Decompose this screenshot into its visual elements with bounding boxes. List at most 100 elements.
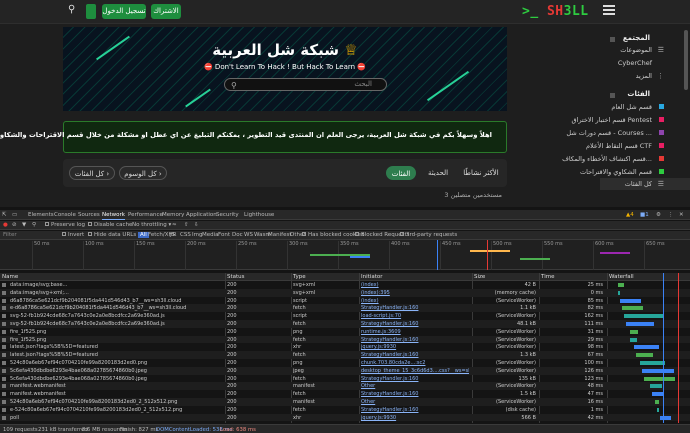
banner-search-input[interactable]: ⚲ البحث (224, 78, 387, 91)
signup-button[interactable]: الاشتراك (151, 4, 181, 19)
table-row[interactable]: 5c6efa430dbdbe6293e4bae068a02785674860b0… (0, 375, 690, 383)
search-icon[interactable]: ⚲ (32, 222, 36, 228)
third-party-checkbox[interactable]: 3rd-party requests (400, 232, 457, 238)
type-filter-css[interactable]: CSS (180, 232, 191, 238)
col-type[interactable]: Type (293, 274, 306, 280)
export-icon[interactable]: ⇩ (194, 222, 199, 228)
sidebar-item-topics[interactable]: ☰ الموضوعات (620, 46, 664, 54)
cell-initiator[interactable]: StrategyHandler.js:160 (361, 376, 469, 382)
cell-initiator[interactable]: StrategyHandler.js:160 (361, 391, 469, 397)
table-row[interactable]: fire_1f525.png 200 png runtime.js:3609 (Serv… (0, 328, 690, 336)
preserve-log-checkbox[interactable]: Preserve log (45, 222, 85, 228)
tab-security[interactable]: Security (216, 212, 239, 218)
tab-sources[interactable]: Sources (78, 212, 100, 218)
import-icon[interactable]: ⇧ (184, 222, 189, 228)
site-logo[interactable]: >_ SH3LL (522, 4, 589, 19)
tab-performance[interactable]: Performance (128, 212, 163, 218)
type-filter-doc[interactable]: Doc (232, 232, 243, 238)
table-row[interactable]: data:image/svg+xml;... 200 svg+xml (index):… (0, 288, 690, 297)
filter-input[interactable]: Filter (3, 232, 17, 238)
warnings-badge[interactable]: ▲4 (626, 212, 634, 218)
network-overview-timeline[interactable]: 50 ms 100 ms 150 ms 200 ms 250 ms 300 ms 350 m… (0, 240, 690, 270)
invert-checkbox[interactable]: Invert (62, 232, 84, 238)
type-filter-img[interactable]: Img (192, 232, 202, 238)
sidebar-heading-community[interactable]: المجتمع (623, 34, 650, 42)
cell-initiator[interactable]: Other (361, 399, 469, 405)
cell-initiator[interactable]: (index):395 (361, 290, 469, 296)
cell-initiator[interactable]: (index) (361, 282, 469, 288)
table-row[interactable]: poll 200 xhr jquery.js:9930 566 B 42 ms (0, 413, 690, 422)
col-waterfall[interactable]: Waterfall (609, 274, 634, 280)
col-status[interactable]: Status (227, 274, 245, 280)
sidebar-item-category[interactable]: قسم اختبار الاختراق Pentest (571, 116, 664, 124)
filter-icon[interactable]: ▼ (22, 222, 26, 228)
cell-initiator[interactable]: runtime.js:3609 (361, 329, 469, 335)
sidebar-item-more[interactable]: ⋮ المزيد (636, 72, 664, 80)
type-filter-manifest[interactable]: Manifest (268, 232, 291, 238)
cell-initiator[interactable]: Other (361, 383, 469, 389)
tab-elements[interactable]: Elements (28, 212, 54, 218)
type-filter-ws[interactable]: WS (244, 232, 253, 238)
disable-cache-checkbox[interactable]: Disable cache (88, 222, 132, 228)
table-row[interactable]: manifest.webmanifest 200 manifest Other (Ser… (0, 382, 690, 391)
table-row[interactable]: latest.json?tags%5B%5D=featured 200 xhr jqu… (0, 343, 690, 351)
tab-application[interactable]: Application (186, 212, 217, 218)
sidebar-item-category[interactable]: قسم دورات شل - Courses ... (566, 129, 664, 137)
search-icon[interactable]: ⚲ (68, 4, 75, 15)
settings-gear-icon[interactable]: ⚙ (656, 212, 661, 218)
table-row[interactable]: 524c80a6eb67ef94c0704210fe99a8200183d2ed… (0, 359, 690, 367)
cell-initiator[interactable]: chunk.703.80cda2e...:sc2 (361, 360, 469, 366)
tab-lighthouse[interactable]: Lighthouse (244, 212, 274, 218)
type-filter-font[interactable]: Font (218, 232, 230, 238)
all-tags-dropdown[interactable]: كل الوسوم › (119, 166, 167, 180)
tab-memory[interactable]: Memory (162, 212, 184, 218)
sidebar-item-cyberchef[interactable]: CyberChef (618, 59, 652, 67)
tab-latest[interactable]: الحديثة (421, 166, 455, 180)
sidebar-heading-categories[interactable]: الفئات (627, 90, 650, 98)
tab-top[interactable]: الأكثر نشاطًا (459, 166, 503, 180)
table-row[interactable]: latest.json?tags%5B%5D=featured 200 fetch S… (0, 351, 690, 359)
sidebar-item-all-categories[interactable]: ☰ كل الفئات (625, 180, 664, 188)
login-button[interactable]: تسجيل الدخول (102, 4, 146, 19)
sidebar-item-category[interactable]: قسم الشكاوي والاقتراحات (580, 168, 664, 176)
type-filter-js[interactable]: JS (170, 232, 175, 238)
collapse-toggle[interactable] (610, 37, 615, 42)
col-time[interactable]: Time (541, 274, 554, 280)
table-row[interactable]: svg-52-fb1b924cde68c7a7643c0e2a0e8bcdfcc… (0, 312, 690, 320)
table-row[interactable]: data:image/svg;base... 200 svg+xml (index) 4… (0, 281, 690, 289)
cell-initiator[interactable]: (index) (361, 298, 469, 304)
cell-initiator[interactable]: StrategyHandler.js:160 (361, 321, 469, 327)
cell-initiator[interactable]: StrategyHandler.js:160 (361, 305, 469, 311)
cell-initiator[interactable]: jquery.js:9930 (361, 415, 469, 421)
table-row[interactable]: 524c80a6eb67ef94c0704210fe99a8200183d2ed… (0, 398, 690, 406)
page-scrollbar[interactable] (684, 30, 688, 90)
device-toggle-icon[interactable]: ▭ (12, 212, 17, 218)
type-filter-media[interactable]: Media (202, 232, 219, 238)
sidebar-item-category[interactable]: قسم شل العام (611, 103, 664, 111)
cell-initiator[interactable]: load-script.js:70 (361, 313, 469, 319)
close-icon[interactable]: ✕ (679, 212, 684, 218)
cell-initiator[interactable]: StrategyHandler.js:160 (361, 337, 469, 343)
throttling-select[interactable]: No throttling ▾ (132, 222, 171, 228)
tab-network[interactable]: Network (102, 212, 125, 220)
table-row[interactable]: svg-52-fb1b924cde68c7a7643c0e2a0e8bcdfcc… (0, 320, 690, 328)
record-icon[interactable]: ● (3, 222, 8, 228)
inspect-icon[interactable]: ⇱ (2, 212, 7, 218)
issues-badge[interactable]: ■1 (640, 212, 649, 218)
table-row[interactable]: d6a8786ca5e621dcf9b204081f5da441d546d43_… (0, 297, 690, 305)
table-row[interactable]: manifest.webmanifest 200 fetch StrategyHand… (0, 390, 690, 398)
table-row[interactable]: e-524c80a6eb67ef94c0704210fe99a8200183d2… (0, 406, 690, 414)
cell-initiator[interactable]: jquery.js:9930 (361, 344, 469, 350)
chat-icon[interactable] (86, 4, 96, 19)
table-row[interactable]: 5c6efa430dbdbe6293e4bae068a02785674860b0… (0, 366, 690, 375)
more-options-icon[interactable]: ⋮ (668, 212, 674, 218)
cell-initiator[interactable]: desktop_theme_15_3c6d6d3....css?__ws=sh3… (361, 368, 469, 374)
sidebar-item-category[interactable]: قسم التقاط الأعلام CTF (586, 142, 664, 150)
clear-icon[interactable]: ⊘ (12, 222, 17, 228)
sidebar-item-category[interactable]: قسم اكتشاف الأخطاء والمكاف... (562, 155, 664, 163)
col-name[interactable]: Name (2, 274, 18, 280)
table-row[interactable]: e-d6a8786ca5e621dcf9b204081f5da441d546d4… (0, 304, 690, 313)
wifi-icon[interactable]: ≈ (172, 222, 177, 228)
col-size[interactable]: Size (474, 274, 485, 280)
collapse-toggle[interactable] (610, 93, 615, 98)
